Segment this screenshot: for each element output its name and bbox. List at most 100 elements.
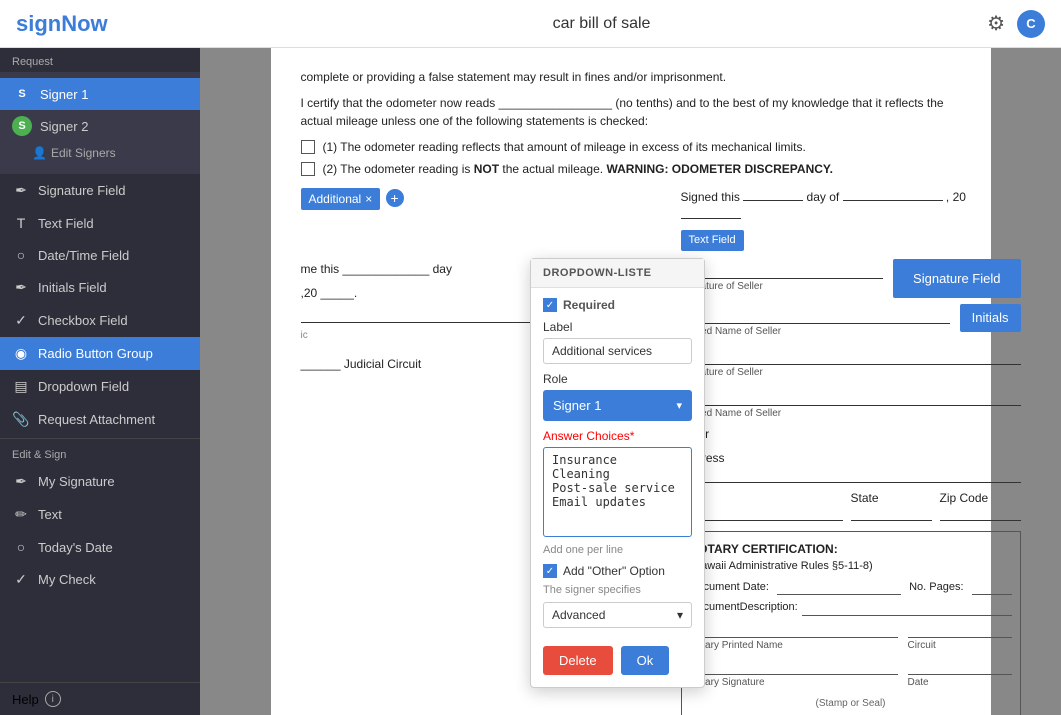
main-layout: Request S Signer 1 S Signer 2 👤 Edit Sig… — [0, 48, 1061, 715]
dropdown-icon: ▤ — [12, 378, 30, 395]
signer-1-row[interactable]: S Signer 1 — [0, 78, 200, 110]
additional-close-icon[interactable]: × — [365, 190, 372, 208]
logo-sign-text: sign — [16, 11, 61, 36]
signature-field-badge[interactable]: Signature Field — [893, 259, 1020, 299]
notary-printed-label: Notary Printed Name — [690, 638, 898, 653]
state-label: State — [851, 491, 879, 505]
date-icon: ○ — [12, 539, 30, 555]
text-edit-icon: ✏ — [12, 506, 30, 523]
sidebar-item-label: Text — [38, 507, 62, 522]
para1-text: complete or providing a false statement … — [301, 68, 961, 86]
add-other-checkbox[interactable] — [543, 564, 557, 578]
sidebar-item-my-check[interactable]: ✓ My Check — [0, 563, 200, 596]
sidebar-item-label: Signature Field — [38, 183, 125, 198]
advanced-label: Advanced — [552, 608, 605, 622]
help-bar[interactable]: Help i — [0, 682, 200, 715]
attachment-icon: 📎 — [12, 411, 30, 428]
odometer-checkbox-1[interactable] — [301, 140, 315, 154]
comma-20-text: ,20 _____. — [301, 286, 358, 300]
sidebar-item-checkbox-field[interactable]: ✓ Checkbox Field — [0, 304, 200, 337]
doc-date-line — [777, 579, 901, 596]
sidebar-item-my-signature[interactable]: ✒ My Signature — [0, 465, 200, 498]
sidebar: Request S Signer 1 S Signer 2 👤 Edit Sig… — [0, 48, 200, 715]
edit-sign-section-label: Edit & Sign — [0, 441, 200, 465]
sidebar-item-dropdown-field[interactable]: ▤ Dropdown Field — [0, 370, 200, 403]
ok-button[interactable]: Ok — [621, 646, 670, 675]
sidebar-item-label: Date/Time Field — [38, 248, 129, 263]
initials-badge[interactable]: Initials — [960, 304, 1021, 332]
sidebar-item-label: Initials Field — [38, 280, 107, 295]
text-field-container: Text Field — [681, 230, 1021, 251]
sig-seller2-label: Signature of Seller — [681, 365, 1021, 380]
address-line — [681, 467, 1021, 483]
help-info-icon: i — [45, 691, 61, 707]
edit-signers-btn[interactable]: 👤 Edit Signers — [0, 142, 200, 168]
peter-name: Peter — [681, 425, 1021, 443]
checkbox-row-2: (2) The odometer reading is NOT the actu… — [301, 160, 961, 178]
required-label: Required — [563, 298, 615, 312]
circuit-line — [908, 622, 1012, 638]
signer-2-row[interactable]: S Signer 2 — [0, 110, 200, 142]
radio-icon: ◉ — [12, 345, 30, 362]
sig-seller-line — [681, 259, 884, 279]
sidebar-item-datetime-field[interactable]: ○ Date/Time Field — [0, 239, 200, 271]
advanced-row[interactable]: Advanced ▾ — [543, 602, 692, 628]
initials-icon: ✒ — [12, 279, 30, 296]
sidebar-item-label: My Signature — [38, 474, 115, 489]
role-arrow-icon: ▾ — [676, 399, 682, 412]
printed-seller-label: Printed Name of Seller — [681, 324, 950, 339]
add-field-icon[interactable]: + — [386, 189, 404, 207]
answer-choices-label: Answer Choices* — [543, 429, 692, 443]
printed-seller-line — [681, 304, 950, 324]
datetime-icon: ○ — [12, 247, 30, 263]
label-input[interactable] — [543, 338, 692, 364]
text-field-badge[interactable]: Text Field — [681, 230, 744, 251]
sidebar-item-initials-field[interactable]: ✒ Initials Field — [0, 271, 200, 304]
role-field-label: Role — [543, 372, 692, 386]
delete-button[interactable]: Delete — [543, 646, 613, 675]
user-avatar[interactable]: C — [1017, 10, 1045, 38]
logo-now-text: Now — [61, 11, 107, 36]
sidebar-item-label: Today's Date — [38, 540, 113, 555]
label-field-label: Label — [543, 320, 692, 334]
settings-icon[interactable]: ⚙ — [987, 11, 1005, 36]
sidebar-item-text-field[interactable]: T Text Field — [0, 207, 200, 239]
notary-sub: (Hawaii Administrative Rules §5-11-8) — [690, 558, 1012, 575]
sidebar-item-request-attachment[interactable]: 📎 Request Attachment — [0, 403, 200, 436]
odometer-checkbox-2[interactable] — [301, 162, 315, 176]
no-pages-label: No. Pages: — [909, 579, 963, 596]
sidebar-item-label: Radio Button Group — [38, 346, 153, 361]
sidebar-item-radio-group[interactable]: ◉ Radio Button Group — [0, 337, 200, 370]
printed-seller2-line — [681, 386, 1021, 406]
additional-tag[interactable]: Additional × — [301, 188, 381, 210]
popup-header-label: DROPDOWN-LISTE — [531, 259, 704, 288]
signature-field-container: Signature Field — [893, 259, 1020, 299]
popup-body: Required Label Role Signer 1 ▾ — [531, 288, 704, 638]
sidebar-item-todays-date[interactable]: ○ Today's Date — [0, 531, 200, 563]
sidebar-item-label: Checkbox Field — [38, 313, 128, 328]
sig-seller-label: Signature of Seller — [681, 279, 884, 294]
answer-choices-textarea[interactable]: Insurance Cleaning Post-sale service Ema… — [543, 447, 692, 537]
notary-sig-label: Notary Signature — [690, 675, 898, 690]
circuit-label: Circuit — [908, 638, 1012, 653]
role-button[interactable]: Signer 1 ▾ — [543, 390, 692, 421]
sidebar-item-text[interactable]: ✏ Text — [0, 498, 200, 531]
zip-label: Zip Code — [940, 491, 989, 505]
content-area: complete or providing a false statement … — [200, 48, 1061, 715]
role-row: Role Signer 1 ▾ — [543, 372, 692, 421]
check-icon: ✓ — [12, 571, 30, 588]
no-pages-line — [972, 579, 1012, 596]
sidebar-item-signature-field[interactable]: ✒ Signature Field — [0, 174, 200, 207]
checkbox-icon: ✓ — [12, 312, 30, 329]
doc-desc-line — [802, 599, 1012, 616]
sidebar-item-label: Request Attachment — [38, 412, 155, 427]
role-value-text: Signer 1 — [553, 398, 601, 413]
same-day-text: me this _____________ day — [301, 262, 452, 276]
state-line — [851, 507, 932, 521]
required-checkbox[interactable] — [543, 298, 557, 312]
sidebar-item-label: Dropdown Field — [38, 379, 129, 394]
signed-this-text: Signed this day of , 20 — [681, 188, 1021, 224]
add-per-line-hint: Add one per line — [543, 544, 692, 556]
signer-1-avatar: S — [12, 84, 32, 104]
para2-text: I certify that the odometer now reads __… — [301, 94, 961, 130]
